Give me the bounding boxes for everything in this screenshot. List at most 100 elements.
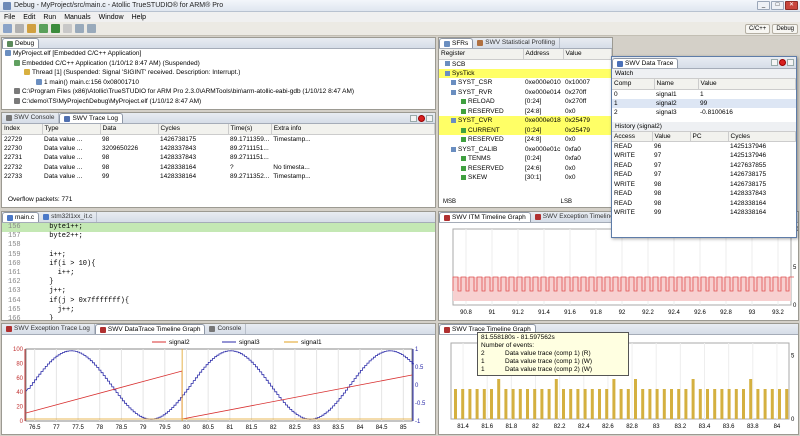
menu-run[interactable]: Run [39, 14, 60, 21]
record-icon[interactable] [779, 59, 786, 66]
column-header[interactable]: Cycles [158, 124, 229, 135]
table-row[interactable]: 22731 Data value ... 98 1428337843 89.271115… [2, 153, 435, 163]
perspective-c-cpp[interactable]: C/C++ [744, 24, 771, 34]
table-row[interactable]: 22733 Data value ... 99 1428338164 89.271135… [2, 172, 435, 182]
column-header[interactable]: PC [690, 131, 729, 142]
column-header[interactable]: Value [698, 79, 796, 90]
tab-swv-console[interactable]: SWV Console [2, 113, 60, 123]
code-line[interactable]: 160 if(i > 10){ [2, 260, 435, 269]
column-header[interactable]: Data [100, 124, 159, 135]
column-header[interactable]: Name [654, 79, 699, 90]
tab-swv-statistical-profiling[interactable]: SWV Statistical Profiling [473, 38, 560, 48]
menu-file[interactable]: File [0, 14, 19, 21]
column-header[interactable]: Extra info [271, 124, 435, 135]
code-line[interactable]: 161 i++; [2, 269, 435, 278]
clear-icon[interactable] [787, 59, 794, 66]
table-row[interactable]: 22729 Data value ... 98 1426738175 89.171135… [2, 134, 435, 144]
table-row[interactable]: SKEW [30:1] 0x0 [439, 173, 612, 183]
column-header[interactable]: Access [612, 131, 653, 142]
tab-stm32l1xx-it-c[interactable]: stm32l1xx_it.c [39, 212, 98, 222]
code-line[interactable]: 157 byte2++; [2, 232, 435, 241]
tree-row-app[interactable]: Embedded C/C++ Application (1/10/12 8:47… [2, 59, 435, 69]
tab-swv-itm-timeline-graph[interactable]: SWV ITM Timeline Graph [439, 212, 531, 222]
table-row[interactable]: WRITE 98 1426738175 [612, 180, 796, 190]
save-icon[interactable] [15, 24, 24, 33]
back-icon[interactable] [75, 24, 84, 33]
run-icon[interactable] [51, 24, 60, 33]
table-row[interactable]: TENMS [0:24] 0xfa0 [439, 154, 612, 164]
table-row[interactable]: READ 97 1426738175 [612, 170, 796, 180]
column-header[interactable]: Cycles [728, 131, 796, 142]
menu-help[interactable]: Help [128, 14, 150, 21]
code-line[interactable]: 159 i++; [2, 251, 435, 260]
tab-swv-exception-trace-log[interactable]: SWV Exception Trace Log [2, 324, 95, 334]
table-row[interactable]: RELOAD [0:24] 0x270ff [439, 97, 612, 107]
table-row[interactable]: READ 98 1428338164 [612, 199, 796, 209]
code-line[interactable]: 164 if(j > 0x7fffffff){ [2, 297, 435, 306]
tab-swv-trace-log[interactable]: SWV Trace Log [59, 113, 123, 123]
table-row[interactable]: SysTick [439, 68, 612, 78]
table-row[interactable]: SYST_CSR 0xe000e010 0x10007 [439, 78, 612, 88]
tree-row-elf[interactable]: C:\demo\TS\MyProject\Debug\MyProject.elf… [2, 97, 435, 107]
table-row[interactable]: WRITE 99 1428338164 [612, 208, 796, 218]
table-row[interactable]: RESERVED [24:8] 0x0 [439, 135, 612, 145]
menu-window[interactable]: Window [95, 14, 128, 21]
menu-manuals[interactable]: Manuals [60, 14, 94, 21]
column-header[interactable]: Comp [612, 79, 655, 90]
minimize-button[interactable]: _ [757, 1, 770, 10]
build-icon[interactable] [27, 24, 36, 33]
table-row[interactable]: 0 signal1 1 [612, 89, 796, 99]
forward-icon[interactable] [87, 24, 96, 33]
column-header[interactable]: Time(s) [228, 124, 272, 135]
new-icon[interactable] [3, 24, 12, 33]
tree-row-frame[interactable]: 1 main() main.c:156 0x08001710 [2, 78, 435, 88]
tab-main-c[interactable]: main.c [2, 212, 40, 222]
config-icon[interactable] [410, 115, 417, 122]
code-line[interactable]: 162 } [2, 278, 435, 287]
code-line[interactable]: 166 } [2, 315, 435, 320]
table-row[interactable]: RESERVED [24:8] 0x0 [439, 107, 612, 117]
tab-swv-data-trace[interactable]: SWV Data Trace [612, 58, 679, 68]
table-row[interactable]: SCB [439, 59, 612, 69]
table-row[interactable]: SYST_CALIB 0xe000e01c 0xfa0 [439, 145, 612, 155]
column-header[interactable]: Value [563, 49, 612, 60]
tab-debug[interactable]: Debug [2, 38, 40, 48]
code-line[interactable]: 156 byte1++; [2, 223, 435, 233]
table-row[interactable]: CURRENT [0:24] 0x25479 [439, 125, 612, 135]
table-row[interactable]: RESERVED [24:6] 0x0 [439, 164, 612, 174]
search-icon[interactable] [63, 24, 72, 33]
tree-row-gdb[interactable]: C:\Program Files (x86)\Atollic\TrueSTUDI… [2, 87, 435, 97]
table-row[interactable]: 2 signal3 -0.8100616 [612, 108, 796, 118]
close-button[interactable]: ✕ [785, 1, 798, 10]
column-header[interactable]: Register [439, 49, 524, 60]
table-row[interactable]: WRITE 97 1425137946 [612, 151, 796, 161]
clear-icon[interactable] [426, 115, 433, 122]
table-row[interactable]: SYST_CVR 0xe000e018 0x25479 [439, 116, 612, 126]
debug-icon[interactable] [39, 24, 48, 33]
table-row[interactable]: READ 96 1425137946 [612, 142, 796, 152]
maximize-button[interactable]: □ [771, 1, 784, 10]
tab-swv-datatrace-timeline-graph[interactable]: SWV DataTrace Timeline Graph [94, 324, 206, 334]
column-header[interactable]: Type [42, 124, 101, 135]
code-line[interactable]: 163 j++; [2, 287, 435, 296]
perspective-debug[interactable]: Debug [772, 24, 798, 34]
column-header[interactable]: Index [2, 124, 43, 135]
datatrace-chart[interactable]: 76.5 77 77.5 78 78.5 79 79.5 80 80.5 81 81.5 82 82.5… [2, 335, 435, 434]
code-line[interactable]: 158 [2, 241, 435, 250]
table-row[interactable]: 22730 Data value ... 3209650226 1428337843 8… [2, 144, 435, 154]
tab-console[interactable]: Console [205, 324, 247, 334]
tree-row-thread[interactable]: Thread [1] (Suspended: Signal 'SIGINT' r… [2, 68, 435, 78]
menu-edit[interactable]: Edit [19, 14, 39, 21]
table-row[interactable]: READ 97 1427637855 [612, 161, 796, 171]
record-icon[interactable] [418, 115, 425, 122]
table-row[interactable]: 22732 Data value ... 98 1428338164? No times… [2, 163, 435, 173]
table-row[interactable]: SYST_RVR 0xe000e014 0x270ff [439, 88, 612, 98]
table-row[interactable]: 1 signal2 99 [612, 98, 796, 108]
tree-row-launch[interactable]: MyProject.elf [Embedded C/C++ Applicatio… [2, 49, 435, 59]
tab-sfrs[interactable]: SFRs [439, 38, 474, 48]
table-row[interactable]: READ 98 1428337843 [612, 189, 796, 199]
code-area[interactable]: 156 byte1++; 157 byte2++; 158 159 i++; 160 i… [2, 223, 435, 320]
code-line[interactable]: 165 j++; [2, 306, 435, 315]
column-header[interactable]: Address [523, 49, 564, 60]
config-icon[interactable] [771, 59, 778, 66]
